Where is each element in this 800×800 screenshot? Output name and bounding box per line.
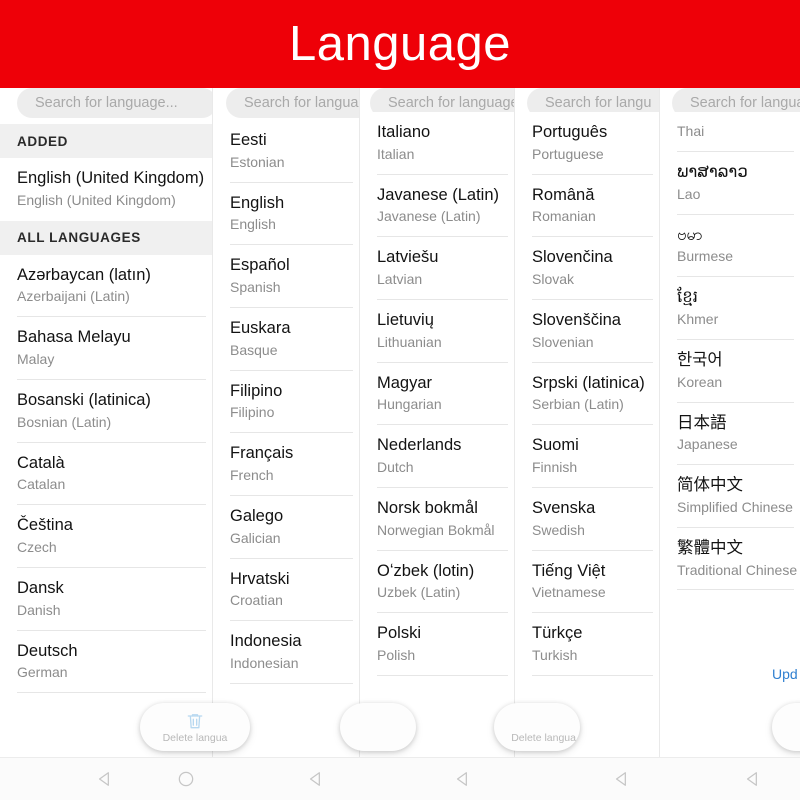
section-header-added: ADDED: [0, 124, 212, 158]
delete-language-fab-3[interactable]: Delete langua: [494, 703, 580, 751]
list-item[interactable]: Português Portuguese: [515, 112, 659, 175]
list-item[interactable]: Thai: [660, 112, 800, 152]
list-item[interactable]: Svenska Swedish: [515, 487, 659, 551]
back-triangle-icon: [743, 769, 763, 789]
list-item[interactable]: English (United Kingdom) English (United…: [0, 158, 212, 221]
system-navigation-bar: [0, 757, 800, 800]
app-header: Language: [0, 0, 800, 88]
update-link[interactable]: Upd: [772, 666, 798, 682]
list-item[interactable]: Deutsch German: [0, 630, 212, 694]
list-item[interactable]: Slovenščina Slovenian: [515, 299, 659, 363]
back-button-3[interactable]: [448, 764, 478, 794]
list-item[interactable]: 简体中文 Simplified Chinese: [660, 465, 800, 528]
list-item[interactable]: Srpski (latinica) Serbian (Latin): [515, 362, 659, 426]
trash-icon: [185, 711, 205, 731]
list-item[interactable]: Indonesia Indonesian: [213, 621, 359, 684]
list-item[interactable]: ខ្មែរ Khmer: [660, 277, 800, 340]
list-item[interactable]: Dansk Danish: [0, 567, 212, 631]
list-item[interactable]: Azərbaycan (latın) Azerbaijani (Latin): [0, 254, 212, 318]
language-column-1: Search for language... ADDED English (Un…: [0, 0, 213, 760]
delete-language-fab-label-3: Delete langua: [511, 732, 576, 744]
language-column-2: Search for languag Eesti Estonian Englis…: [213, 0, 360, 760]
list-item[interactable]: Suomi Finnish: [515, 425, 659, 488]
column-2-content: Search for languag Eesti Estonian Englis…: [213, 0, 359, 760]
search-placeholder-2: Search for languag: [244, 95, 360, 111]
list-item[interactable]: Magyar Hungarian: [360, 362, 514, 426]
column-2-list: Eesti Estonian English English Español S…: [213, 120, 359, 684]
language-column-4: Search for langu Português Portuguese Ro…: [515, 0, 660, 760]
back-triangle-icon: [612, 769, 632, 789]
home-button[interactable]: [171, 764, 201, 794]
back-button-5[interactable]: [738, 764, 768, 794]
list-item[interactable]: Galego Galician: [213, 495, 359, 559]
list-item[interactable]: ဗမာ Burmese: [660, 214, 800, 278]
list-item[interactable]: Euskara Basque: [213, 307, 359, 371]
delete-language-fab-label: Delete langua: [162, 731, 228, 744]
list-item[interactable]: Română Romanian: [515, 174, 659, 238]
search-placeholder-3: Search for language..: [388, 95, 515, 111]
list-item[interactable]: Tiếng Việt Vietnamese: [515, 550, 659, 614]
list-item[interactable]: 繁體中文 Traditional Chinese: [660, 527, 800, 591]
list-item[interactable]: Oʻzbek (lotin) Uzbek (Latin): [360, 550, 514, 614]
list-item[interactable]: Čeština Czech: [0, 505, 212, 568]
column-3-list: Italiano Italian Javanese (Latin) Javane…: [360, 112, 514, 676]
column-1-content: Search for language... ADDED English (Un…: [0, 0, 212, 760]
list-item[interactable]: ພາສາລາວ Lao: [660, 151, 800, 215]
search-placeholder-1: Search for language...: [35, 95, 178, 111]
language-column-3: Search for language.. Italiano Italian J…: [360, 0, 515, 760]
column-4-content: Search for langu Português Portuguese Ro…: [515, 0, 659, 760]
column-3-content: Search for language.. Italiano Italian J…: [360, 0, 514, 760]
column-5-content: Search for language Thai ພາສາລາວ Lao ဗမာ…: [660, 0, 800, 760]
back-button-1[interactable]: [90, 764, 120, 794]
search-input-1[interactable]: Search for language...: [17, 88, 212, 118]
back-triangle-icon: [95, 769, 115, 789]
delete-language-fab-2[interactable]: [340, 703, 416, 751]
list-item[interactable]: Italiano Italian: [360, 112, 514, 175]
column-1-list: ADDED English (United Kingdom) English (…: [0, 124, 212, 694]
list-item[interactable]: Javanese (Latin) Javanese (Latin): [360, 174, 514, 238]
list-item[interactable]: Hrvatski Croatian: [213, 558, 359, 622]
list-item[interactable]: 한국어 Korean: [660, 339, 800, 403]
back-button-4[interactable]: [607, 764, 637, 794]
list-item[interactable]: Filipino Filipino: [213, 370, 359, 434]
search-placeholder-4: Search for langu: [545, 95, 652, 111]
list-item[interactable]: Bahasa Melayu Malay: [0, 317, 212, 380]
list-item[interactable]: Eesti Estonian: [213, 120, 359, 183]
list-item[interactable]: English English: [213, 182, 359, 246]
trash-icon: [368, 717, 388, 737]
column-5-list: Thai ພາສາລາວ Lao ဗမာ Burmese ខ្មែរ Khmer: [660, 112, 800, 591]
back-triangle-icon: [453, 769, 473, 789]
list-item[interactable]: Nederlands Dutch: [360, 425, 514, 488]
list-item[interactable]: Català Catalan: [0, 442, 212, 506]
home-circle-icon: [176, 769, 196, 789]
language-columns-strip: Search for language... ADDED English (Un…: [0, 0, 800, 760]
list-item[interactable]: Slovenčina Slovak: [515, 237, 659, 300]
search-placeholder-5: Search for language: [690, 95, 800, 111]
page-title: Language: [288, 16, 511, 71]
list-item[interactable]: Polski Polish: [360, 613, 514, 676]
list-item[interactable]: Español Spanish: [213, 245, 359, 308]
delete-language-fab-1[interactable]: Delete langua: [140, 703, 250, 751]
language-column-5: Search for language Thai ພາສາລາວ Lao ဗမာ…: [660, 0, 800, 760]
column-4-list: Português Portuguese Română Romanian Slo…: [515, 112, 659, 676]
section-header-all-languages: ALL LANGUAGES: [0, 220, 212, 255]
list-item[interactable]: Norsk bokmål Norwegian Bokmål: [360, 487, 514, 551]
list-item[interactable]: Bosanski (latinica) Bosnian (Latin): [0, 379, 212, 443]
back-button-2[interactable]: [301, 764, 331, 794]
search-input-2[interactable]: Search for languag: [226, 88, 360, 118]
list-item[interactable]: Français French: [213, 433, 359, 496]
list-item[interactable]: Lietuvių Lithuanian: [360, 299, 514, 363]
list-item[interactable]: Latviešu Latvian: [360, 237, 514, 300]
screen-root: Search for language... ADDED English (Un…: [0, 0, 800, 800]
list-item[interactable]: 日本語 Japanese: [660, 402, 800, 466]
list-item[interactable]: Türkçe Turkish: [515, 613, 659, 676]
back-triangle-icon: [306, 769, 326, 789]
